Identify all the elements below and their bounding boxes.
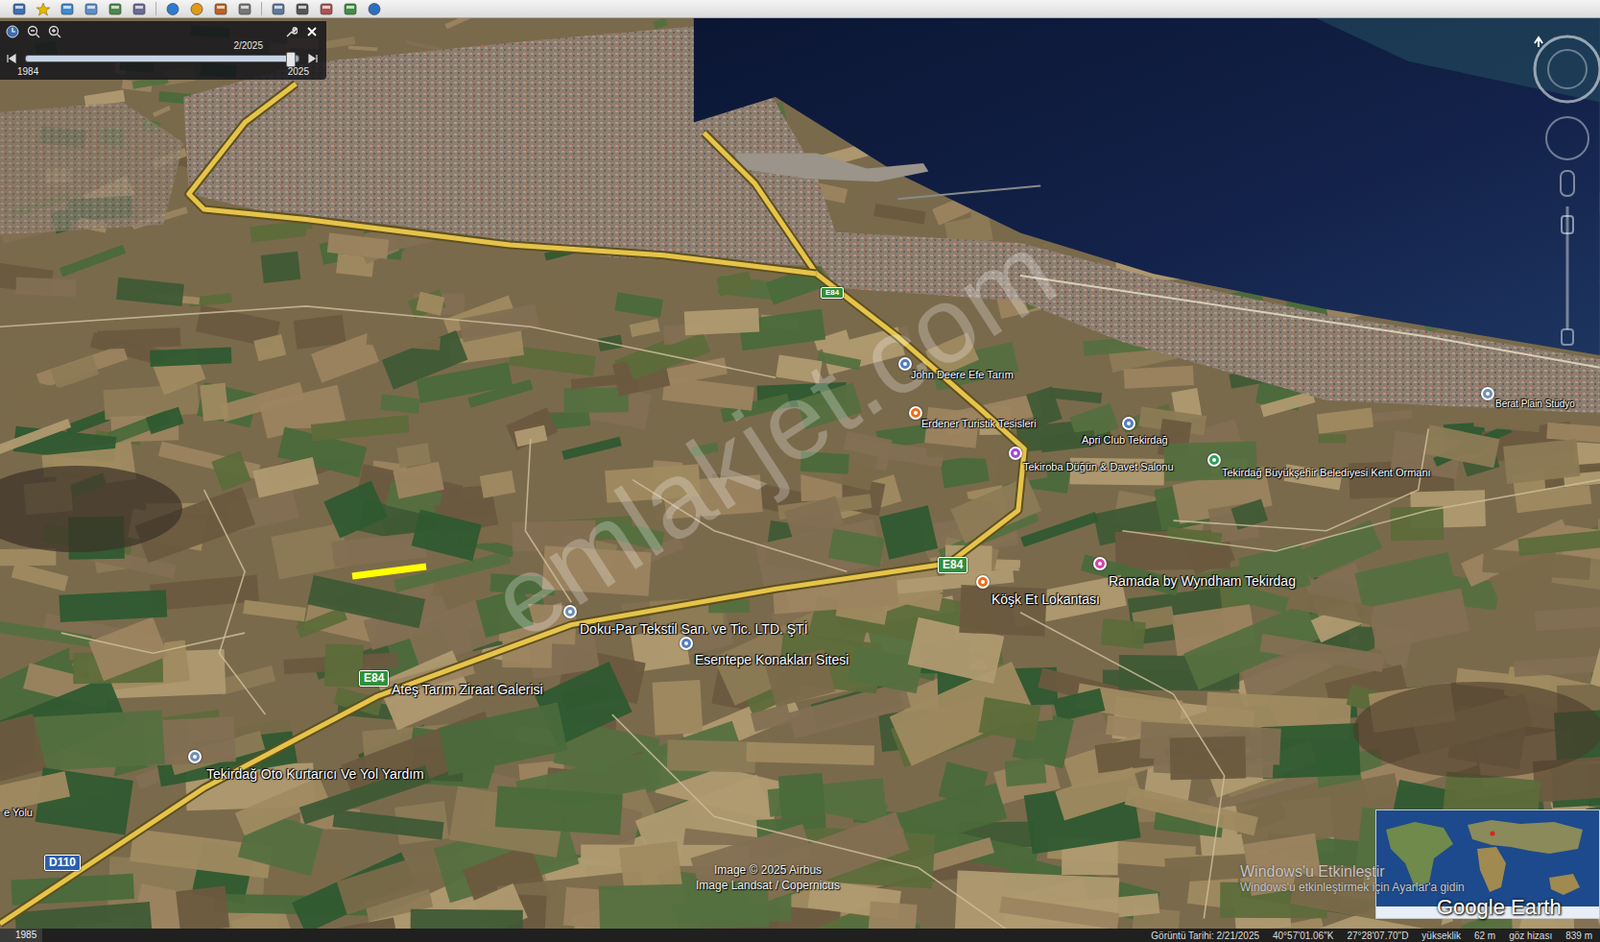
- close-icon[interactable]: [305, 24, 319, 39]
- time-slider: 2/2025 1984 2025: [0, 21, 327, 80]
- google-earth-logo: Google Earth: [1436, 894, 1562, 920]
- status-elevation-label: yükseklik: [1421, 930, 1461, 941]
- status-eye: 839 m: [1565, 930, 1593, 941]
- previous-icon[interactable]: [5, 52, 18, 65]
- sun-icon[interactable]: [189, 1, 205, 17]
- place-pin-icon[interactable]: [1207, 453, 1221, 467]
- image-credits: Image © 2025 AirbusImage Landsat / Coper…: [671, 862, 864, 893]
- placemark-icon[interactable]: [35, 1, 51, 17]
- historical-year: 1985: [0, 928, 43, 942]
- slider-date: 2/2025: [5, 40, 319, 51]
- road-shield: E84: [358, 669, 389, 687]
- end-year: 2025: [287, 66, 310, 77]
- place-pin-icon[interactable]: [898, 357, 912, 371]
- navigation-icon[interactable]: [1523, 23, 1600, 360]
- clock-icon[interactable]: [5, 24, 20, 39]
- print-icon[interactable]: [294, 1, 311, 17]
- place-pin-icon[interactable]: [1480, 386, 1495, 401]
- zoom-out-icon[interactable]: [26, 24, 41, 39]
- slider-row: [5, 52, 319, 65]
- start-year: 1984: [17, 66, 39, 77]
- tour-icon[interactable]: [131, 1, 147, 17]
- place-pin-icon[interactable]: [1093, 556, 1107, 571]
- email-icon[interactable]: [270, 1, 287, 17]
- save-image-icon[interactable]: [318, 1, 335, 17]
- overlay-icon[interactable]: [107, 1, 123, 17]
- slider-years: 1984 2025: [5, 66, 319, 77]
- activation-title: Windows'u Etkinleştir: [1240, 861, 1465, 881]
- history-icon[interactable]: [165, 1, 181, 17]
- road-shield: E84: [820, 286, 844, 299]
- place-pin-icon[interactable]: [976, 574, 990, 589]
- sidebar-icon[interactable]: [11, 1, 27, 17]
- status-readings: Görüntü Tarihi: 2/21/2025 40°57'01.06"K 27…: [1150, 930, 1593, 941]
- wrench-icon[interactable]: [284, 24, 298, 39]
- place-label[interactable]: Apri Club Tekirdağ: [1081, 433, 1169, 447]
- place-pin-icon[interactable]: [1008, 446, 1023, 460]
- navigation-controls: [1523, 23, 1600, 360]
- place-label[interactable]: Ramada by Wyndham Tekirdag: [1108, 573, 1296, 589]
- map-view[interactable]: emlakjet.comE84E84E84D110Doku-Par Teksti…: [0, 18, 1600, 929]
- path-icon[interactable]: [83, 1, 99, 17]
- place-pin-icon[interactable]: [908, 405, 923, 420]
- slider-fill: [25, 55, 290, 62]
- slider-track[interactable]: [24, 54, 300, 63]
- next-icon[interactable]: [307, 52, 319, 65]
- ruler-icon[interactable]: [237, 1, 253, 17]
- status-date: Görüntü Tarihi: 2/21/2025: [1150, 930, 1260, 941]
- google-earth-window: emlakjet.comE84E84E84D110Doku-Par Teksti…: [0, 0, 1600, 942]
- place-label[interactable]: Berat Plain Stüdyo: [1495, 398, 1576, 410]
- place-label[interactable]: Ateş Tarım Ziraat Galerisi: [391, 681, 544, 697]
- place-pin-icon[interactable]: [1122, 416, 1136, 430]
- place-label[interactable]: Doku-Par Tekstil San. ve Tic. LTD. ŞTİ: [579, 620, 809, 637]
- earth-icon[interactable]: [366, 1, 383, 17]
- place-label[interactable]: Esentepe Konakları Sitesi: [694, 651, 849, 668]
- planets-icon[interactable]: [213, 1, 229, 17]
- place-label[interactable]: Tekirdağ Oto Kurtarıcı Ve Yol Yardım: [206, 765, 425, 782]
- road-shield: E84: [937, 556, 968, 574]
- place-label[interactable]: Tekirdağ Büyükşehir Belediyesi Kent Orma…: [1221, 466, 1432, 479]
- place-label[interactable]: e Yolu: [3, 806, 33, 819]
- status-lon: 27°28'07.70"D: [1346, 930, 1409, 941]
- place-label[interactable]: John Deere Efe Tarım: [910, 368, 1014, 382]
- toolbar: [0, 0, 1600, 19]
- credit-line: Image Landsat / Copernicus: [671, 878, 864, 894]
- maps-icon[interactable]: [342, 1, 359, 17]
- toolbar-separator: [261, 1, 263, 16]
- slider-controls: [5, 24, 319, 39]
- place-pin-icon[interactable]: [679, 636, 693, 650]
- place-label[interactable]: Köşk Et Lokantası: [991, 591, 1100, 607]
- status-eye-label: göz hizası: [1508, 930, 1553, 941]
- status-bar: 1985 Görüntü Tarihi: 2/21/2025 40°57'01.06…: [0, 928, 1600, 942]
- credit-line: Image © 2025 Airbus: [671, 862, 864, 879]
- activation-text: Windows'u etkinleştirmek için Ayarlar'a …: [1240, 880, 1465, 894]
- polygon-icon[interactable]: [59, 1, 75, 17]
- place-label[interactable]: Tekiroba Düğün & Davet Salonu: [1023, 460, 1174, 474]
- status-elevation: 62 m: [1474, 930, 1496, 941]
- place-pin-icon[interactable]: [188, 749, 202, 764]
- place-label[interactable]: Erdener Turistik Tesisleri: [921, 417, 1037, 430]
- zoom-in-icon[interactable]: [47, 24, 62, 39]
- toolbar-separator: [155, 1, 157, 16]
- activation-notice: Windows'u EtkinleştirWindows'u etkinleşt…: [1240, 861, 1465, 895]
- road-shield: D110: [44, 854, 81, 871]
- status-lat: 40°57'01.06"K: [1272, 930, 1334, 941]
- place-pin-icon[interactable]: [563, 604, 577, 619]
- slider-thumb[interactable]: [286, 51, 296, 68]
